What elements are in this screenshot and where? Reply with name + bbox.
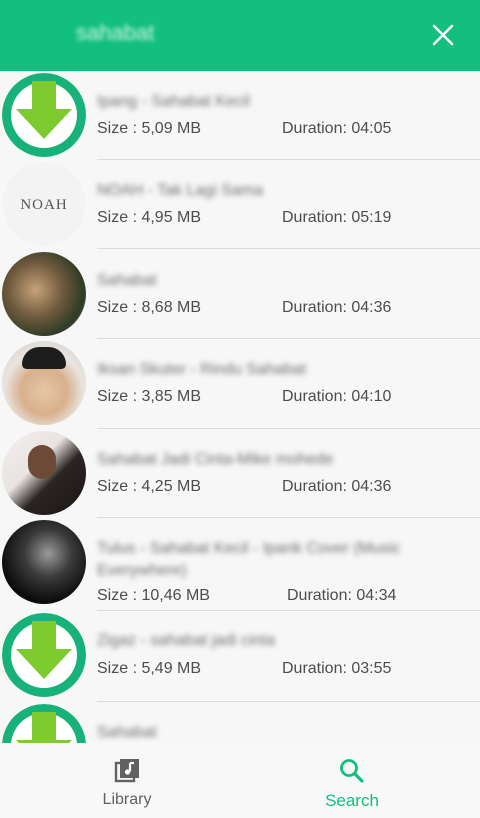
search-query-text[interactable]: sahabat	[76, 20, 154, 46]
song-title: Ipang - Sahabat Kecil	[97, 93, 250, 110]
nav-library-label: Library	[102, 791, 152, 808]
duration: Duration: 04:36	[282, 299, 392, 316]
duration: Duration: 04:34	[287, 587, 397, 604]
divider	[97, 248, 480, 249]
search-results-list[interactable]: Ipang - Sahabat Kecil Size : 5,09 MB Dur…	[0, 71, 480, 743]
list-item[interactable]: Sahabat Size : 8,68 MB Duration: 04:36	[0, 250, 480, 339]
noah-logo-text: NOAH	[20, 197, 67, 213]
nav-search[interactable]: Search	[262, 743, 442, 818]
file-size: Size : 5,09 MB	[97, 120, 202, 137]
download-thumbnail	[2, 73, 86, 157]
song-title: Zigaz - sahabat jadi cinta	[97, 632, 275, 649]
noah-thumbnail: NOAH	[2, 162, 86, 246]
close-icon[interactable]	[428, 20, 458, 50]
list-item[interactable]: Ipang - Sahabat Kecil Size : 5,09 MB Dur…	[0, 71, 480, 160]
search-icon	[340, 759, 364, 783]
photo-thumbnail	[2, 341, 86, 425]
duration: Duration: 05:19	[282, 209, 392, 226]
list-item[interactable]: Iksan Skuter - Rindu Sahabat Size : 3,85…	[0, 339, 480, 429]
photo-thumbnail	[2, 252, 86, 336]
song-title: Sahabat	[97, 272, 157, 289]
library-music-icon	[114, 759, 139, 783]
list-item[interactable]: Sahabat Jadi Cinta-Mike mohede Size : 4,…	[0, 429, 480, 518]
duration: Duration: 03:55	[282, 660, 392, 677]
list-item[interactable]: Sahabat	[0, 702, 480, 743]
list-item[interactable]: Tulus - Sahabat Kecil - Ipank Cover (Mus…	[0, 518, 480, 611]
bottom-navigation: Library Search	[0, 743, 480, 818]
file-size: Size : 10,46 MB	[97, 587, 210, 604]
file-size: Size : 5,49 MB	[97, 660, 202, 677]
duration: Duration: 04:36	[282, 478, 392, 495]
song-title: NOAH - Tak Lagi Sama	[97, 182, 263, 199]
song-title: Sahabat Jadi Cinta-Mike mohede	[97, 451, 334, 468]
list-item[interactable]: NOAH NOAH - Tak Lagi Sama Size : 4,95 MB…	[0, 160, 480, 249]
nav-search-label: Search	[325, 791, 379, 810]
nav-library[interactable]: Library	[37, 743, 217, 818]
song-title: Tulus - Sahabat Kecil - Ipank Cover (Mus…	[97, 540, 401, 579]
duration: Duration: 04:05	[282, 120, 392, 137]
file-size: Size : 4,25 MB	[97, 478, 202, 495]
song-title: Sahabat	[97, 724, 157, 741]
photo-thumbnail	[2, 431, 86, 515]
file-size: Size : 4,95 MB	[97, 209, 202, 226]
search-app-bar: sahabat	[0, 0, 480, 71]
song-title: Iksan Skuter - Rindu Sahabat	[97, 361, 307, 378]
photo-thumbnail	[2, 520, 86, 604]
list-item[interactable]: Zigaz - sahabat jadi cinta Size : 5,49 M…	[0, 611, 480, 702]
file-size: Size : 3,85 MB	[97, 388, 202, 405]
duration: Duration: 04:10	[282, 388, 392, 405]
download-thumbnail	[2, 704, 86, 743]
file-size: Size : 8,68 MB	[97, 299, 202, 316]
download-thumbnail	[2, 613, 86, 697]
